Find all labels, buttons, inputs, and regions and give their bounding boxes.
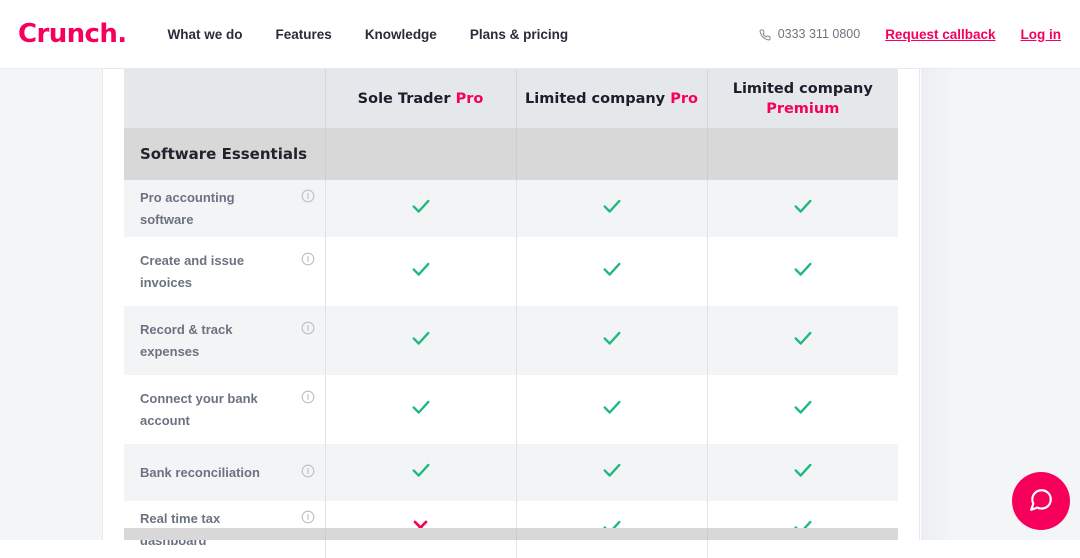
check-icon [410,459,432,481]
check-icon [410,396,432,418]
section-spacer [325,128,516,180]
feature-label: Create and issue invoices [140,250,288,292]
table-row: Connect your bank account [124,375,898,444]
info-icon[interactable] [301,390,315,404]
feature-column-header [124,69,325,128]
plan-name: Sole Trader [358,91,456,107]
log-in-link[interactable]: Log in [1021,27,1062,42]
availability-cell [516,180,707,237]
plan-comparison-table: Sole Trader Pro Limited company Pro Limi… [124,69,898,558]
info-icon[interactable] [301,252,315,266]
main-navigation: What we do Features Knowledge Plans & pr… [168,27,569,42]
check-icon [792,459,814,481]
check-icon [410,258,432,280]
header-actions: 0333 311 0800 Request callback Log in [759,27,1061,42]
plan-header-limited-company-premium[interactable]: Limited company Premium [707,69,898,128]
info-icon[interactable] [301,464,315,478]
check-icon [792,258,814,280]
feature-label: Pro accounting software [140,187,288,229]
availability-cell [325,306,516,375]
info-icon[interactable] [301,321,315,335]
crunch-logo[interactable]: Crunch. [18,19,127,49]
chat-bubble-icon [1028,487,1054,516]
availability-cell [325,237,516,306]
plan-name: Limited company [733,81,873,97]
phone-number: 0333 311 0800 [778,27,861,41]
feature-label: Record & track expenses [140,319,288,361]
check-icon [792,327,814,349]
page-gutter-right [921,69,1080,540]
availability-cell [325,375,516,444]
table-header-row: Sole Trader Pro Limited company Pro Limi… [124,69,898,128]
nav-item-plans-pricing[interactable]: Plans & pricing [470,27,568,42]
chat-widget-button[interactable] [1012,472,1070,530]
check-icon [410,327,432,349]
availability-cell [325,444,516,501]
availability-cell [516,375,707,444]
page-gutter-left [0,69,102,540]
table-row: Pro accounting software [124,180,898,237]
section-title: Software Essentials [124,128,325,180]
plan-header-sole-trader-pro[interactable]: Sole Trader Pro [325,69,516,128]
nav-item-knowledge[interactable]: Knowledge [365,27,437,42]
feature-cell: Connect your bank account [124,375,325,444]
availability-cell [516,444,707,501]
check-icon [601,195,623,217]
nav-item-what-we-do[interactable]: What we do [168,27,243,42]
availability-cell [707,180,898,237]
availability-cell [707,306,898,375]
availability-cell [516,306,707,375]
feature-cell: Record & track expenses [124,306,325,375]
plan-tier: Pro [456,91,484,107]
check-icon [410,195,432,217]
nav-item-features[interactable]: Features [276,27,332,42]
section-spacer [707,128,898,180]
info-icon[interactable] [301,189,315,203]
section-row-software-essentials: Software Essentials [124,128,898,180]
availability-cell [707,237,898,306]
table-row: Bank reconciliation [124,444,898,501]
phone-block[interactable]: 0333 311 0800 [759,27,861,41]
feature-cell: Pro accounting software [124,180,325,237]
check-icon [792,396,814,418]
check-icon [601,258,623,280]
feature-cell: Create and issue invoices [124,237,325,306]
plan-tier: Premium [716,99,891,119]
request-callback-link[interactable]: Request callback [885,27,995,42]
next-section-band [124,528,898,540]
site-header: Crunch. What we do Features Knowledge Pl… [0,0,1080,69]
check-icon [601,396,623,418]
check-icon [601,459,623,481]
plan-header-limited-company-pro[interactable]: Limited company Pro [516,69,707,128]
plan-name: Limited company [525,91,670,107]
availability-cell [707,375,898,444]
availability-cell [325,180,516,237]
phone-icon [759,28,771,40]
check-icon [601,327,623,349]
table-row: Create and issue invoices [124,237,898,306]
availability-cell [516,237,707,306]
feature-label: Connect your bank account [140,388,288,430]
feature-label: Bank reconciliation [140,462,260,483]
section-spacer [516,128,707,180]
info-icon[interactable] [301,510,315,524]
feature-cell: Bank reconciliation [124,444,325,501]
check-icon [792,195,814,217]
availability-cell [707,444,898,501]
table-row: Record & track expenses [124,306,898,375]
plan-tier: Pro [670,91,698,107]
